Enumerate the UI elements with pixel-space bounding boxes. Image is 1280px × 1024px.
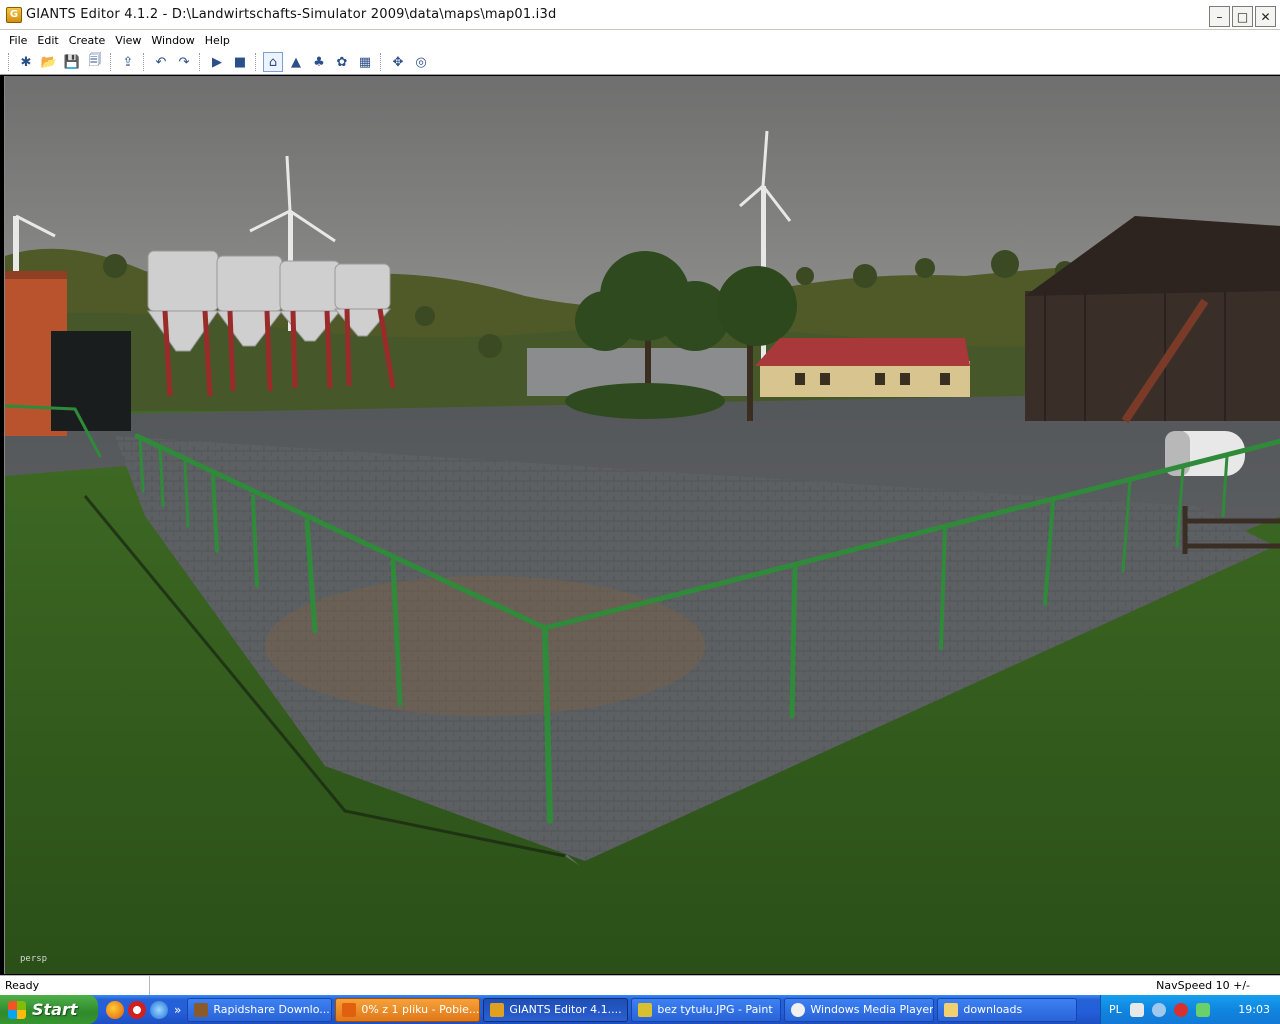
opera-icon[interactable] bbox=[128, 1000, 146, 1019]
undo-icon[interactable]: ↶ bbox=[151, 52, 171, 72]
import-icon[interactable]: ⇪ bbox=[118, 52, 138, 72]
window-controls: – □ ✕ bbox=[1209, 6, 1276, 27]
menu-create[interactable]: Create bbox=[64, 34, 111, 47]
toolbar: ✱ 📂 💾 🗐 ⇪ ↶ ↷ ▶ ■ ⌂ ▲ ♣ ✿ ▦ ✥ ◎ bbox=[0, 50, 1280, 75]
task-button[interactable]: GIANTS Editor 4.1.... bbox=[483, 997, 629, 1022]
task-label: bez tytułu.JPG - Paint bbox=[657, 1003, 773, 1016]
quicklaunch-more-icon[interactable]: » bbox=[174, 1003, 181, 1017]
media-player-icon bbox=[791, 1002, 806, 1017]
keyboard-icon[interactable] bbox=[1129, 1002, 1144, 1017]
task-button[interactable]: downloads bbox=[937, 997, 1078, 1022]
task-label: downloads bbox=[963, 1003, 1023, 1016]
network-icon[interactable] bbox=[1195, 1002, 1210, 1017]
rapidshare-icon bbox=[194, 1002, 209, 1017]
maximize-button[interactable]: □ bbox=[1232, 6, 1253, 27]
paint-app-icon bbox=[638, 1002, 653, 1017]
download-icon bbox=[342, 1002, 357, 1017]
status-bar: Ready NavSpeed 10 +/- bbox=[0, 975, 1280, 995]
toolbar-grip[interactable] bbox=[8, 53, 11, 71]
home-icon[interactable]: ⌂ bbox=[263, 52, 283, 72]
windows-logo-icon bbox=[8, 1000, 26, 1019]
dark-shed bbox=[51, 331, 131, 431]
dirt-patch bbox=[265, 576, 705, 716]
open-icon[interactable]: 📂 bbox=[39, 52, 59, 72]
toolbar-separator bbox=[380, 53, 383, 71]
toolbar-separator bbox=[255, 53, 258, 71]
close-button[interactable]: ✕ bbox=[1255, 6, 1276, 27]
system-tray: PL 19:03 bbox=[1100, 995, 1280, 1024]
task-button[interactable]: Windows Media Player bbox=[784, 997, 935, 1022]
menu-edit[interactable]: Edit bbox=[32, 34, 63, 47]
new-icon[interactable]: ✱ bbox=[16, 52, 36, 72]
foliage-icon[interactable]: ♣ bbox=[309, 52, 329, 72]
menu-bar: File Edit Create View Window Help bbox=[0, 30, 1280, 50]
title-bar: G GIANTS Editor 4.1.2 - D:\Landwirtschaf… bbox=[0, 0, 1280, 30]
task-button[interactable]: bez tytułu.JPG - Paint bbox=[631, 997, 782, 1022]
stop-icon[interactable]: ■ bbox=[230, 52, 250, 72]
play-icon[interactable]: ▶ bbox=[207, 52, 227, 72]
save-all-icon[interactable]: 🗐 bbox=[85, 52, 105, 72]
minimize-button[interactable]: – bbox=[1209, 6, 1230, 27]
menu-view[interactable]: View bbox=[110, 34, 146, 47]
firefox-icon[interactable] bbox=[106, 1000, 124, 1019]
quick-launch: » bbox=[106, 1000, 181, 1019]
toolbar-separator bbox=[199, 53, 202, 71]
toolbar-separator bbox=[143, 53, 146, 71]
start-label: Start bbox=[32, 1000, 78, 1019]
menu-help[interactable]: Help bbox=[200, 34, 235, 47]
farmhouse bbox=[755, 338, 970, 397]
navspeed-text: NavSpeed 10 +/- bbox=[1156, 979, 1250, 992]
app-icon: G bbox=[6, 6, 22, 23]
task-label: Rapidshare Downlo... bbox=[213, 1003, 330, 1016]
start-button[interactable]: Start bbox=[0, 995, 98, 1024]
folder-icon bbox=[944, 1002, 959, 1017]
task-list: Rapidshare Downlo... 0% z 1 pliku - Pobi… bbox=[187, 997, 1078, 1022]
menu-file[interactable]: File bbox=[4, 34, 32, 47]
antivirus-icon[interactable] bbox=[1173, 1002, 1188, 1017]
ie-icon[interactable] bbox=[150, 1000, 168, 1019]
giants-editor-icon bbox=[490, 1002, 505, 1017]
task-button[interactable]: Rapidshare Downlo... bbox=[187, 997, 333, 1022]
back-icon[interactable] bbox=[1151, 1002, 1166, 1017]
window-title: GIANTS Editor 4.1.2 - D:\Landwirtschafts… bbox=[26, 7, 557, 22]
clock: 19:03 bbox=[1238, 1003, 1270, 1016]
task-button[interactable]: 0% z 1 pliku - Pobie... bbox=[335, 997, 481, 1022]
select-icon[interactable]: ✥ bbox=[388, 52, 408, 72]
toolbar-separator bbox=[110, 53, 113, 71]
task-label: 0% z 1 pliku - Pobie... bbox=[361, 1003, 480, 1016]
camera-label: persp bbox=[20, 954, 48, 964]
terrain-icon[interactable]: ▲ bbox=[286, 52, 306, 72]
status-text: Ready bbox=[0, 976, 150, 995]
taskbar: Start » Rapidshare Downlo... 0% z 1 plik… bbox=[0, 995, 1280, 1024]
paint-icon[interactable]: ▦ bbox=[355, 52, 375, 72]
language-indicator[interactable]: PL bbox=[1109, 1003, 1122, 1016]
grass-icon[interactable]: ✿ bbox=[332, 52, 352, 72]
task-label: Windows Media Player bbox=[810, 1003, 934, 1016]
save-icon[interactable]: 💾 bbox=[62, 52, 82, 72]
redo-icon[interactable]: ↷ bbox=[174, 52, 194, 72]
scene-render bbox=[5, 76, 1280, 974]
menu-window[interactable]: Window bbox=[146, 34, 199, 47]
3d-viewport[interactable]: persp bbox=[4, 76, 1280, 974]
task-label: GIANTS Editor 4.1.... bbox=[509, 1003, 622, 1016]
gizmo-icon[interactable]: ◎ bbox=[411, 52, 431, 72]
